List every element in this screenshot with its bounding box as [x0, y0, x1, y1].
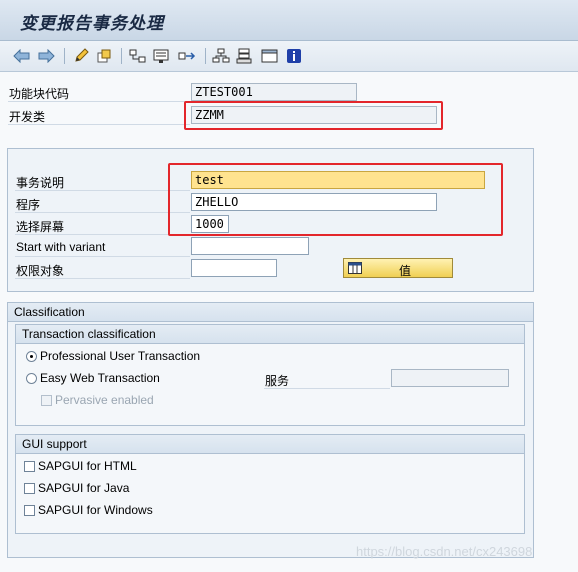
watermark-text: https://blog.csdn.net/cx243698 [356, 544, 533, 559]
arrow-right-icon[interactable] [36, 46, 56, 66]
arrow-left-icon[interactable] [12, 46, 32, 66]
easy-web-radio[interactable] [26, 373, 37, 384]
auth-object-label: 权限对象 [16, 264, 65, 278]
java-label: SAPGUI for Java [38, 481, 130, 495]
value-button-label: 值 [399, 264, 412, 278]
edit-pencil-icon[interactable] [71, 46, 91, 66]
window-title: 变更报告事务处理 [20, 14, 164, 34]
service-field [391, 369, 509, 387]
variant-input[interactable] [191, 237, 309, 255]
professional-label: Professional User Transaction [40, 349, 201, 363]
classification-title: Classification [8, 303, 533, 322]
devclass-label: 开发类 [9, 110, 46, 124]
navigation-arrows-icon[interactable] [177, 46, 197, 66]
title-bar: 变更报告事务处理 [0, 0, 578, 41]
java-checkbox[interactable] [24, 483, 35, 494]
info-icon[interactable] [284, 46, 304, 66]
function-module-field: ZTEST001 [191, 83, 357, 101]
pervasive-label: Pervasive enabled [55, 393, 154, 407]
pervasive-checkbox [41, 395, 52, 406]
application-toolbar [0, 41, 578, 72]
service-label: 服务 [265, 374, 290, 388]
table-icon [348, 262, 362, 274]
other-object-icon[interactable] [94, 46, 114, 66]
variant-label: Start with variant [16, 240, 106, 254]
highlight-box-devclass [184, 101, 443, 130]
html-checkbox[interactable] [24, 461, 35, 472]
package-label: 功能块代码 [9, 87, 70, 101]
description-label: 事务说明 [16, 176, 65, 190]
easy-web-label: Easy Web Transaction [40, 371, 160, 385]
auth-object-input[interactable] [191, 259, 277, 277]
professional-radio[interactable] [26, 351, 37, 362]
where-used-icon[interactable] [128, 46, 148, 66]
window-layout-icon[interactable] [260, 46, 280, 66]
screen-label: 选择屏幕 [16, 220, 65, 234]
program-label: 程序 [16, 198, 41, 212]
transaction-classification-title: Transaction classification [16, 325, 524, 344]
gui-support-title: GUI support [16, 435, 524, 454]
html-label: SAPGUI for HTML [38, 459, 137, 473]
transport-icon[interactable] [235, 46, 255, 66]
windows-label: SAPGUI for Windows [38, 503, 153, 517]
value-button[interactable]: 值 [343, 258, 453, 278]
highlight-box-details [168, 163, 503, 236]
windows-checkbox[interactable] [24, 505, 35, 516]
display-object-list-icon[interactable] [152, 46, 172, 66]
hierarchy-icon[interactable] [211, 46, 231, 66]
